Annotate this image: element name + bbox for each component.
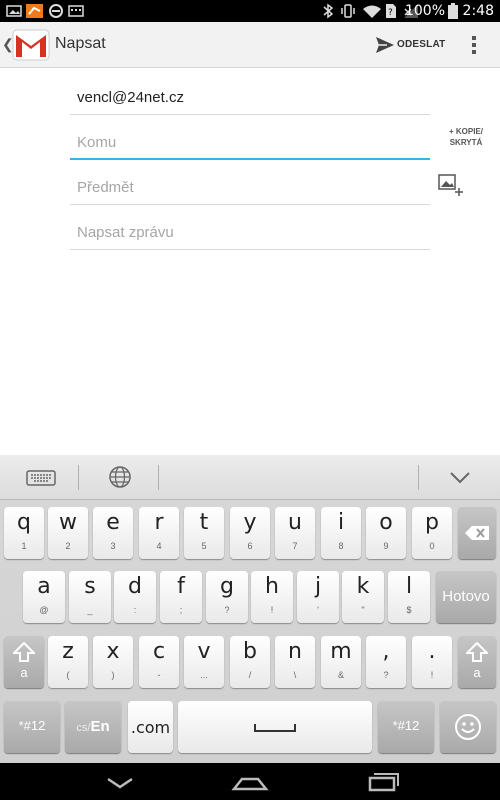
language-key[interactable]: cs/En <box>65 701 121 753</box>
from-address: vencl@24net.cz <box>77 89 184 106</box>
send-button[interactable]: ODESLAT <box>372 30 446 60</box>
key[interactable]: l $ <box>388 571 430 623</box>
emoji-key[interactable] <box>440 701 496 753</box>
key[interactable]: o9 <box>366 507 406 559</box>
send-icon <box>376 37 394 53</box>
status-time: 2:48 <box>462 3 494 19</box>
cc-bcc-label-line2: SKRYTÁ <box>449 138 483 147</box>
key[interactable]: s _ <box>69 571 111 623</box>
cc-bcc-label-line1: + KOPIE/ <box>448 127 483 136</box>
vibrate-icon <box>341 4 355 18</box>
key[interactable]: f; <box>160 571 202 623</box>
gmail-logo[interactable] <box>12 26 50 64</box>
from-divider <box>70 114 430 115</box>
toolbar-separator <box>158 465 159 490</box>
image-notification-icon <box>6 5 22 17</box>
period-key[interactable]: .! <box>412 636 452 688</box>
app-notification-icon <box>26 4 43 18</box>
key[interactable]: d: <box>114 571 156 623</box>
from-field[interactable]: vencl@24net.cz <box>70 75 430 115</box>
cc-bcc-button[interactable]: + KOPIE/ SKRYTÁ <box>442 126 490 150</box>
body-field[interactable] <box>70 210 430 250</box>
shift-icon <box>13 642 35 662</box>
shift-key-right[interactable]: a <box>458 636 496 688</box>
key[interactable]: v... <box>184 636 224 688</box>
key[interactable]: b / <box>230 636 270 688</box>
svg-text:?: ? <box>388 8 393 18</box>
action-bar: ❮ Napsat ODESLAT <box>0 22 500 68</box>
shift-key-left[interactable]: a <box>4 636 44 688</box>
overflow-menu-icon[interactable] <box>462 30 486 60</box>
on-screen-keyboard: q1 w2 e3 r4 t5 y6 u7 i8 o9 p0 a @ s _ d: f… <box>0 455 500 763</box>
toolbar-separator <box>78 465 79 490</box>
key[interactable]: y6 <box>230 507 270 559</box>
key[interactable]: h! <box>251 571 293 623</box>
dotcom-key[interactable]: .com <box>128 701 173 753</box>
key[interactable]: i8 <box>321 507 361 559</box>
toolbar-separator <box>418 465 419 490</box>
symbols-key-left[interactable]: *#12 <box>4 701 60 753</box>
keyboard-icon[interactable] <box>24 463 58 491</box>
navigation-bar <box>0 763 500 800</box>
key[interactable]: g? <box>206 571 248 623</box>
symbols-key-right[interactable]: *#12 <box>378 701 434 753</box>
key[interactable]: k " <box>342 571 384 623</box>
keyboard-toolbar <box>0 455 500 500</box>
shift-icon <box>466 642 488 662</box>
space-icon <box>254 724 296 732</box>
key[interactable]: q1 <box>4 507 44 559</box>
to-field[interactable] <box>70 120 430 160</box>
done-label: Hotovo <box>442 588 490 605</box>
body-divider <box>70 249 430 250</box>
sync-notification-icon <box>49 4 63 18</box>
chevron-down-icon[interactable] <box>446 463 474 491</box>
done-key[interactable]: Hotovo <box>436 571 496 623</box>
key[interactable]: p0 <box>412 507 452 559</box>
key[interactable]: a @ <box>23 571 65 623</box>
to-focus-underline <box>70 158 430 160</box>
subject-input[interactable] <box>70 171 430 203</box>
recent-apps-icon[interactable] <box>358 769 406 795</box>
home-icon[interactable] <box>226 769 274 795</box>
language-prefix: cs/ <box>76 722 91 734</box>
key[interactable]: n \ <box>275 636 315 688</box>
key[interactable]: e3 <box>93 507 133 559</box>
key[interactable]: u7 <box>275 507 315 559</box>
globe-icon[interactable] <box>106 463 134 491</box>
comma-key[interactable]: ,? <box>366 636 406 688</box>
wifi-icon <box>363 5 381 18</box>
key[interactable]: w2 <box>48 507 88 559</box>
key[interactable]: x) <box>93 636 133 688</box>
key[interactable]: m & <box>321 636 361 688</box>
key[interactable]: c- <box>139 636 179 688</box>
status-bar: ? 100% 2:48 <box>0 0 500 22</box>
emoji-icon <box>455 714 481 740</box>
sim-icon: ? <box>386 4 396 18</box>
key[interactable]: z( <box>48 636 88 688</box>
send-label: ODESLAT <box>397 39 446 50</box>
battery-percentage: 100% <box>404 3 445 19</box>
space-key[interactable] <box>178 701 372 753</box>
subject-divider <box>70 204 430 205</box>
compose-screen: ? 100% 2:48 ❮ Napsat ODESLAT vencl@24net… <box>0 0 500 800</box>
back-icon[interactable] <box>96 769 144 795</box>
subject-field[interactable] <box>70 165 430 205</box>
backspace-icon <box>465 526 489 540</box>
body-input[interactable] <box>70 216 430 248</box>
keyboard-notification-icon <box>68 5 84 17</box>
page-title: Napsat <box>55 35 106 52</box>
language-current: En <box>90 718 110 735</box>
battery-icon <box>448 3 458 19</box>
key[interactable]: t5 <box>184 507 224 559</box>
attach-image-icon[interactable] <box>437 172 465 198</box>
key[interactable]: j ' <box>297 571 339 623</box>
to-input[interactable] <box>70 126 430 158</box>
backspace-key[interactable] <box>458 507 496 559</box>
key[interactable]: r4 <box>139 507 179 559</box>
bluetooth-icon <box>323 3 334 19</box>
